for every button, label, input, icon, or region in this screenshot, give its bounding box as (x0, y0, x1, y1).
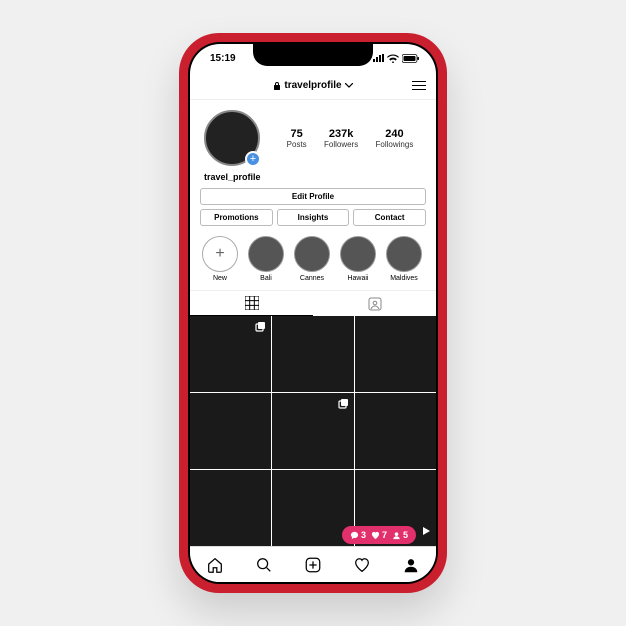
contact-button[interactable]: Contact (353, 209, 426, 226)
highlight-label: New (213, 275, 227, 282)
highlights-row[interactable]: + New Bali Cannes Hawaii Maldives (190, 232, 436, 290)
nav-home[interactable] (206, 556, 224, 574)
highlight-label: Bali (260, 275, 272, 282)
add-post-icon (304, 556, 322, 574)
grid-icon (245, 296, 259, 310)
stat-posts[interactable]: 75 Posts (287, 128, 307, 149)
phone-frame: 15:19 travelprofile + (179, 33, 447, 593)
screen: 15:19 travelprofile + (190, 44, 436, 582)
battery-icon (402, 54, 420, 63)
stat-followers[interactable]: 237k Followers (324, 128, 358, 149)
heart-icon (371, 531, 380, 540)
highlight-hawaii[interactable]: Hawaii (340, 236, 376, 282)
stat-followings[interactable]: 240 Followings (376, 128, 414, 149)
bottom-nav (190, 546, 436, 582)
home-icon (206, 556, 224, 574)
tab-grid[interactable] (190, 291, 313, 316)
post-cell[interactable] (190, 316, 271, 392)
avatar[interactable]: + (204, 110, 260, 166)
notification-bubble[interactable]: 3 7 5 (342, 526, 416, 544)
post-cell[interactable] (272, 393, 353, 469)
notif-likes: 7 (371, 530, 387, 540)
nav-activity[interactable] (353, 556, 371, 574)
notif-followers: 5 (392, 530, 408, 540)
posts-grid (190, 316, 436, 546)
menu-button[interactable] (412, 78, 426, 93)
multi-post-icon (255, 320, 267, 338)
nav-add[interactable] (304, 556, 322, 574)
insights-button[interactable]: Insights (277, 209, 350, 226)
nav-search[interactable] (255, 556, 273, 574)
multi-post-icon (338, 397, 350, 415)
wifi-icon (387, 54, 399, 63)
highlight-cover (386, 236, 422, 272)
add-story-badge[interactable]: + (245, 151, 261, 167)
heart-outline-icon (353, 556, 371, 574)
post-cell[interactable] (355, 316, 436, 392)
highlight-label: Cannes (300, 275, 324, 282)
notch (253, 44, 373, 66)
highlight-cannes[interactable]: Cannes (294, 236, 330, 282)
nav-profile[interactable] (402, 556, 420, 574)
highlight-maldives[interactable]: Maldives (386, 236, 422, 282)
video-icon (420, 524, 432, 542)
chevron-down-icon (345, 83, 353, 88)
username: travel_profile (190, 172, 436, 188)
edit-profile-button[interactable]: Edit Profile (200, 188, 426, 205)
promotions-button[interactable]: Promotions (200, 209, 273, 226)
highlight-cover (248, 236, 284, 272)
post-cell[interactable] (190, 470, 271, 546)
signal-icon (373, 54, 384, 62)
search-icon (255, 556, 273, 574)
comment-icon (350, 531, 359, 540)
highlight-label: Hawaii (347, 275, 368, 282)
profile-icon (402, 556, 420, 574)
highlight-cover (294, 236, 330, 272)
highlight-label: Maldives (390, 275, 418, 282)
highlight-cover (340, 236, 376, 272)
post-cell[interactable] (355, 393, 436, 469)
status-time: 15:19 (210, 53, 236, 64)
header-title[interactable]: travelprofile (273, 80, 352, 91)
post-cell[interactable] (190, 393, 271, 469)
highlight-bali[interactable]: Bali (248, 236, 284, 282)
tab-tagged[interactable] (313, 291, 436, 316)
highlight-new[interactable]: + New (202, 236, 238, 282)
lock-icon (273, 81, 281, 91)
add-highlight-icon: + (202, 236, 238, 272)
profile-header: travelprofile (190, 72, 436, 100)
post-cell[interactable] (272, 316, 353, 392)
notif-comments: 3 (350, 530, 366, 540)
tagged-icon (368, 297, 382, 311)
person-icon (392, 531, 401, 540)
